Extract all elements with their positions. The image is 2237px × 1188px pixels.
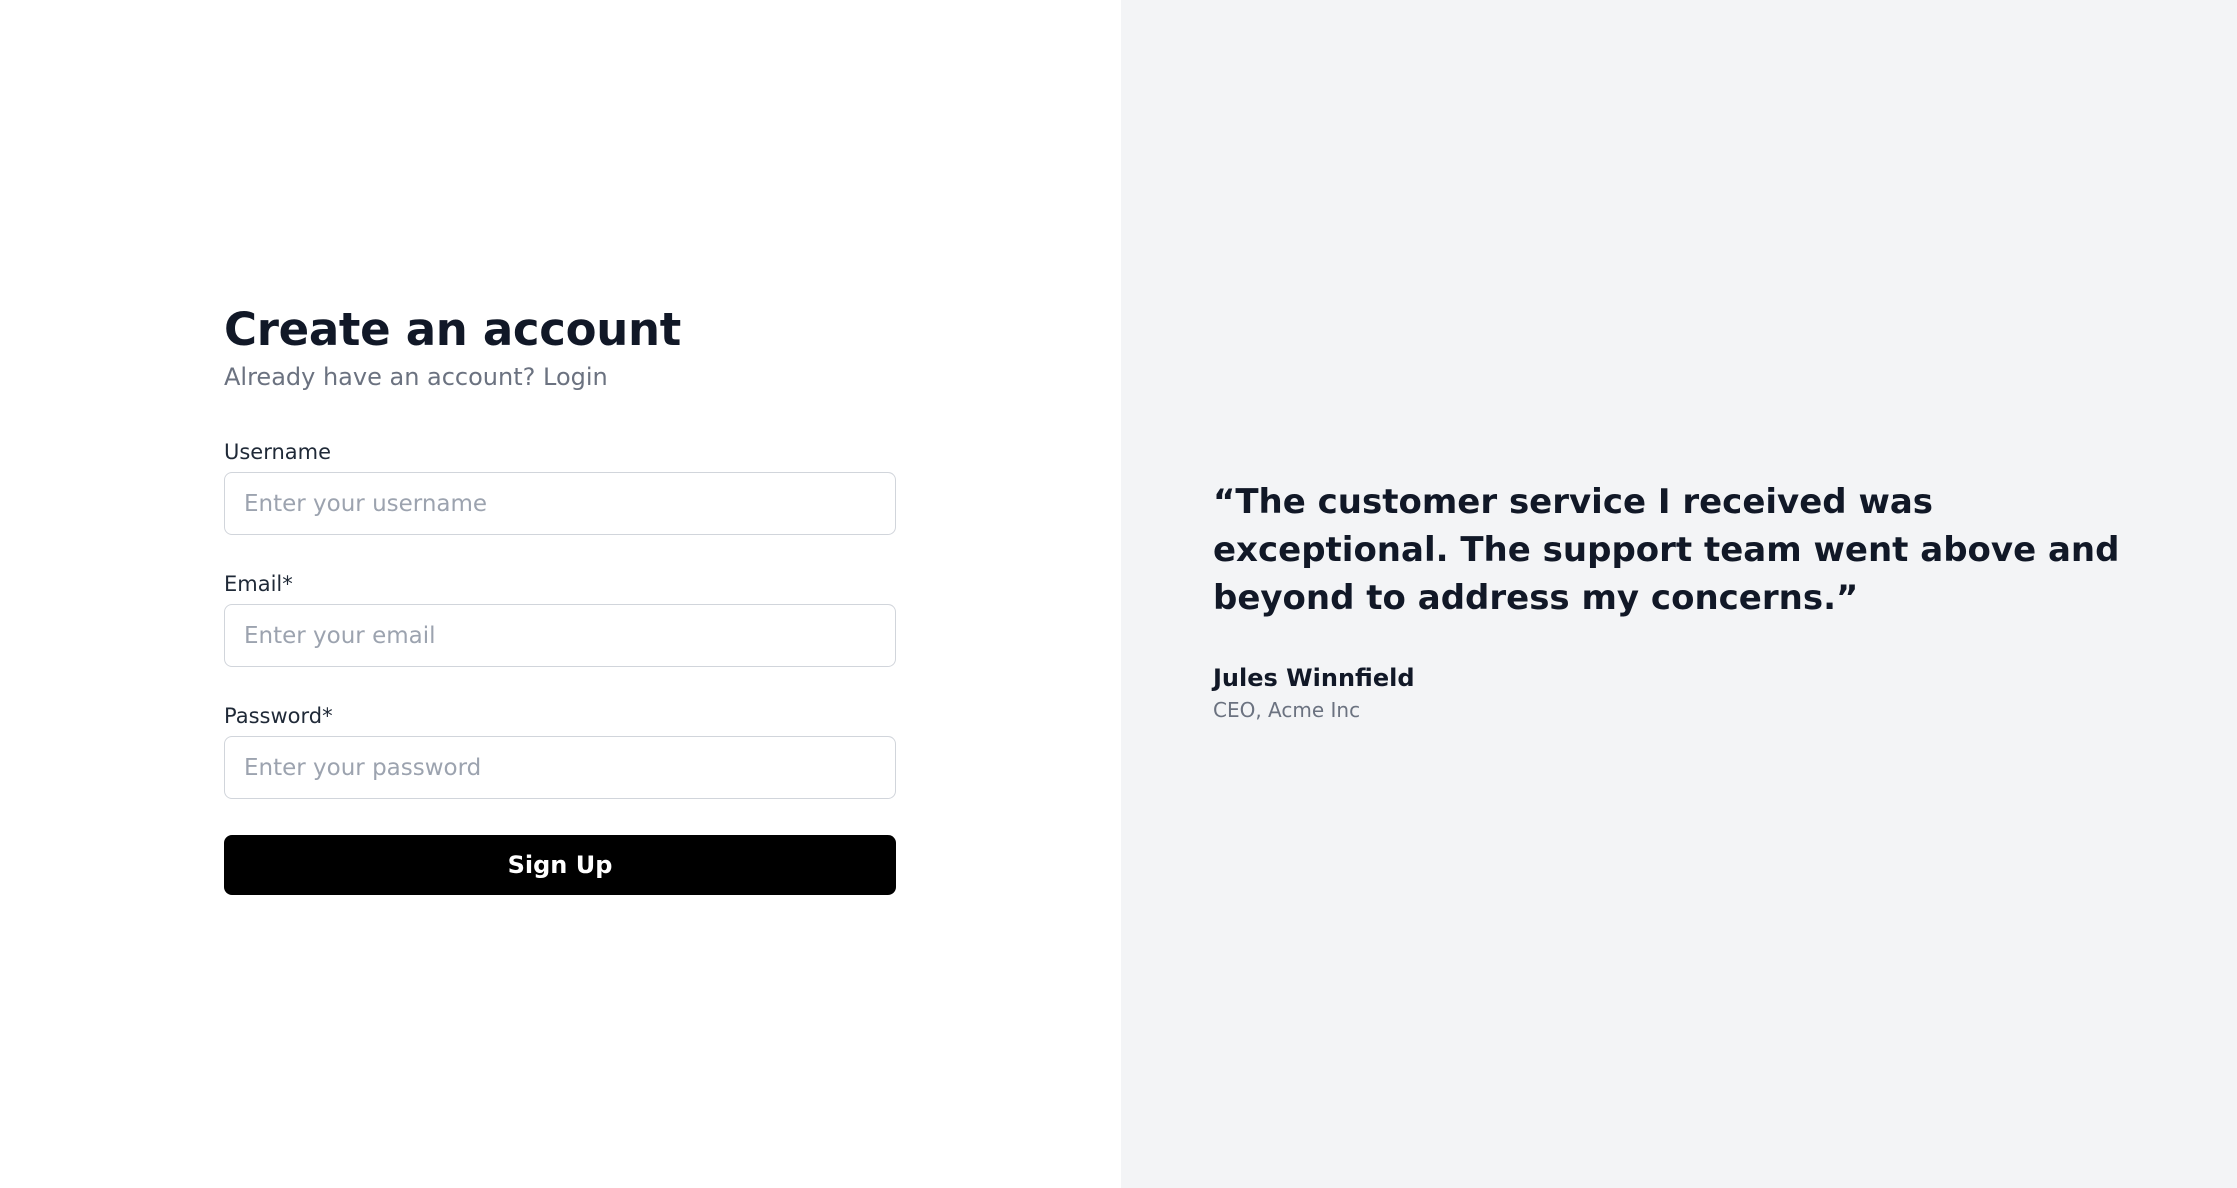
page-title: Create an account: [224, 303, 681, 356]
signup-form: Create an account Already have an accoun…: [224, 300, 896, 895]
username-field-group: Username: [224, 438, 896, 535]
testimonial: “The customer service I received was exc…: [1213, 478, 2133, 724]
email-input[interactable]: [224, 604, 896, 667]
signup-form-panel: Create an account Already have an accoun…: [0, 0, 1121, 1188]
password-label: Password*: [224, 704, 333, 728]
testimonial-author-role: CEO, Acme Inc: [1213, 698, 1361, 722]
testimonial-panel: “The customer service I received was exc…: [1121, 0, 2237, 1188]
signup-page: Create an account Already have an accoun…: [0, 0, 2237, 1188]
testimonial-quote: “The customer service I received was exc…: [1213, 482, 2120, 618]
username-label: Username: [224, 440, 332, 464]
login-prompt: Already have an account? Login: [224, 360, 896, 394]
sign-up-button[interactable]: Sign Up: [224, 835, 896, 895]
login-prompt-text: Already have an account?: [224, 363, 544, 391]
password-input[interactable]: [224, 736, 896, 799]
username-input[interactable]: [224, 472, 896, 535]
email-field-group: Email*: [224, 570, 896, 667]
email-label: Email*: [224, 572, 293, 596]
login-link[interactable]: Login: [543, 363, 608, 391]
testimonial-author-name: Jules Winnfield: [1213, 664, 1415, 692]
password-field-group: Password*: [224, 702, 896, 799]
